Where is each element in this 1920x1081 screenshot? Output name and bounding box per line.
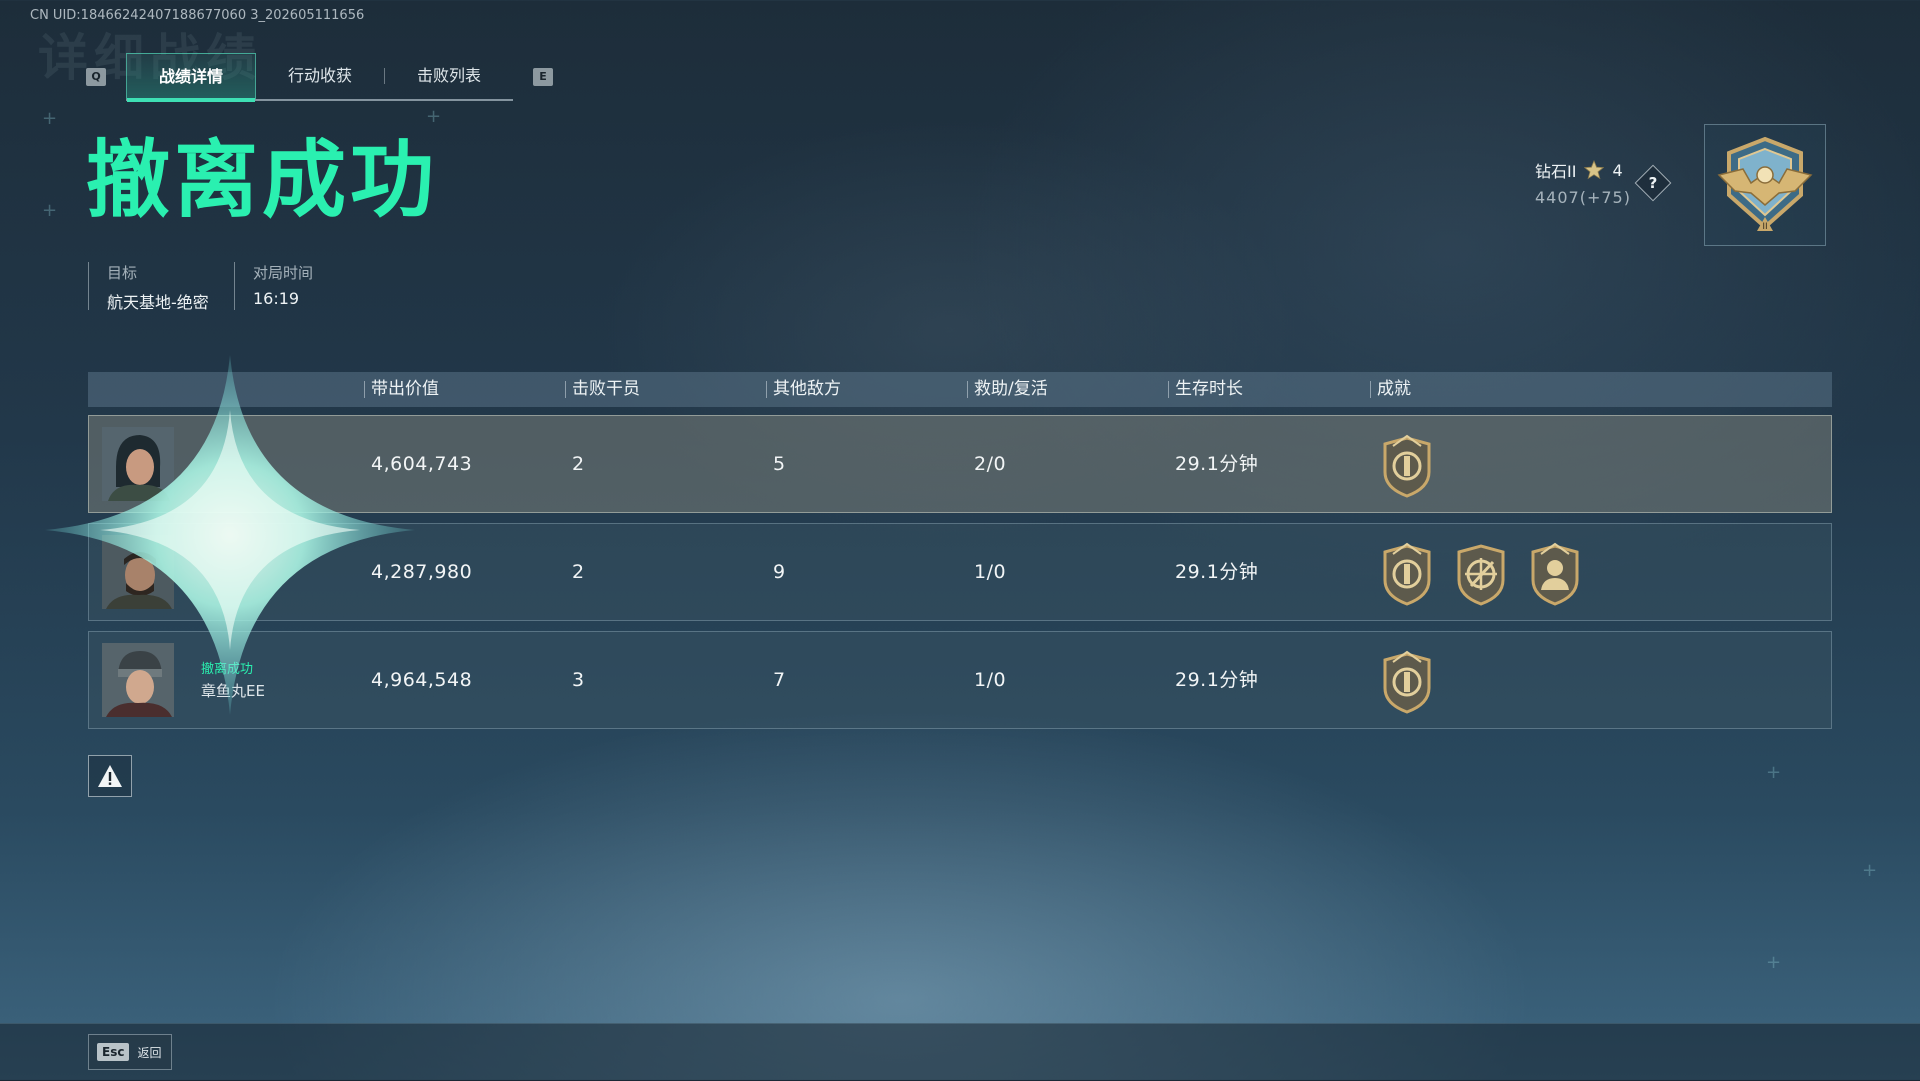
shield-medal-icon[interactable] bbox=[1377, 650, 1437, 714]
cell-assist: 1/0 bbox=[974, 561, 1007, 583]
player-status: 撤离成功 bbox=[201, 662, 254, 677]
tab-bar: Q 战绩详情 行动收获 击败列表 E bbox=[86, 53, 553, 102]
cell-assist: 1/0 bbox=[974, 669, 1007, 691]
player-avatar bbox=[102, 643, 174, 717]
grid-cross-icon: + bbox=[42, 108, 58, 129]
grid-cross-icon: + bbox=[1862, 860, 1878, 881]
match-time-label: 对局时间 bbox=[253, 264, 314, 282]
cell-other-enemies: 9 bbox=[773, 561, 786, 583]
cell-other-enemies: 5 bbox=[773, 453, 786, 475]
cell-survival: 29.1分钟 bbox=[1175, 669, 1259, 691]
grid-cross-icon: + bbox=[1766, 952, 1782, 973]
rank-help-button[interactable]: ? bbox=[1634, 164, 1672, 202]
player-avatar bbox=[102, 427, 174, 501]
rank-stars: 4 bbox=[1612, 160, 1623, 180]
cell-other-enemies: 7 bbox=[773, 669, 786, 691]
star-icon bbox=[1584, 160, 1605, 180]
match-time-value: 16:19 bbox=[253, 289, 300, 308]
grid-cross-icon: + bbox=[1766, 762, 1782, 783]
target-value: 航天基地-绝密 bbox=[107, 293, 209, 312]
header-other-enemies: 其他敌方 bbox=[766, 372, 841, 407]
table-row[interactable]: 4,287,980 2 9 1/0 29.1分钟 bbox=[88, 523, 1832, 621]
tab-action-loot[interactable]: 行动收获 bbox=[256, 53, 384, 99]
rank-info: 钻石II 4 4407(+75) bbox=[1535, 158, 1631, 207]
help-icon: ? bbox=[1648, 174, 1658, 192]
prev-tab-key[interactable]: Q bbox=[86, 68, 106, 86]
rank-score: 4407(+75) bbox=[1535, 188, 1631, 207]
svg-text:II: II bbox=[1762, 222, 1767, 232]
grid-cross-icon: + bbox=[42, 200, 58, 221]
table-row[interactable]: 撤离成功 章鱼丸EE 4,964,548 3 7 1/0 29.1分钟 bbox=[88, 631, 1832, 729]
shield-medal-icon[interactable] bbox=[1377, 434, 1437, 498]
cell-survival: 29.1分钟 bbox=[1175, 561, 1259, 583]
operator-medal-icon[interactable] bbox=[1525, 542, 1585, 606]
next-tab-key[interactable]: E bbox=[533, 68, 553, 86]
rank-tier: 钻石II bbox=[1535, 162, 1577, 181]
target-info: 目标 航天基地-绝密 bbox=[88, 262, 209, 312]
grid-cross-icon: + bbox=[426, 106, 442, 127]
tab-list: 战绩详情 行动收获 击败列表 bbox=[126, 53, 513, 102]
rank-badge[interactable]: II bbox=[1704, 124, 1826, 246]
player-avatar bbox=[102, 535, 174, 609]
header-operators-defeated: 击败干员 bbox=[565, 372, 640, 407]
cell-survival: 29.1分钟 bbox=[1175, 453, 1259, 475]
bottom-bar bbox=[0, 1023, 1920, 1081]
header-survival-time: 生存时长 bbox=[1168, 372, 1243, 407]
cell-extract-value: 4,964,548 bbox=[371, 669, 473, 691]
cell-extract-value: 4,287,980 bbox=[371, 561, 473, 583]
player-name: 章鱼丸EE bbox=[201, 682, 265, 700]
cell-extract-value: 4,604,743 bbox=[371, 453, 473, 475]
back-button[interactable]: Esc 返回 bbox=[88, 1034, 173, 1070]
cell-assist: 2/0 bbox=[974, 453, 1007, 475]
header-extract-value: 带出价值 bbox=[364, 372, 439, 407]
table-row[interactable]: 4,604,743 2 5 2/0 29.1分钟 bbox=[88, 415, 1832, 513]
warning-icon bbox=[98, 765, 122, 787]
result-title: 撤离成功 bbox=[86, 131, 439, 229]
header-achievements: 成就 bbox=[1370, 372, 1411, 407]
tab-stats-detail[interactable]: 战绩详情 bbox=[126, 53, 256, 102]
report-button[interactable] bbox=[88, 755, 132, 797]
diamond-eagle-rank-icon: II bbox=[1717, 136, 1813, 232]
stats-table-header: 带出价值 击败干员 其他敌方 救助/复活 生存时长 成就 bbox=[88, 372, 1832, 407]
cell-kills: 3 bbox=[572, 669, 585, 691]
match-time-info: 对局时间 16:19 bbox=[234, 262, 313, 310]
header-assist-revive: 救助/复活 bbox=[967, 372, 1048, 407]
target-label: 目标 bbox=[107, 264, 138, 282]
shield-medal-icon[interactable] bbox=[1377, 542, 1437, 606]
crosshair-medal-icon[interactable] bbox=[1451, 542, 1511, 606]
back-label: 返回 bbox=[137, 1045, 162, 1060]
cell-kills: 2 bbox=[572, 453, 585, 475]
tab-kill-list[interactable]: 击败列表 bbox=[385, 53, 513, 99]
cell-kills: 2 bbox=[572, 561, 585, 583]
esc-key: Esc bbox=[97, 1043, 130, 1061]
